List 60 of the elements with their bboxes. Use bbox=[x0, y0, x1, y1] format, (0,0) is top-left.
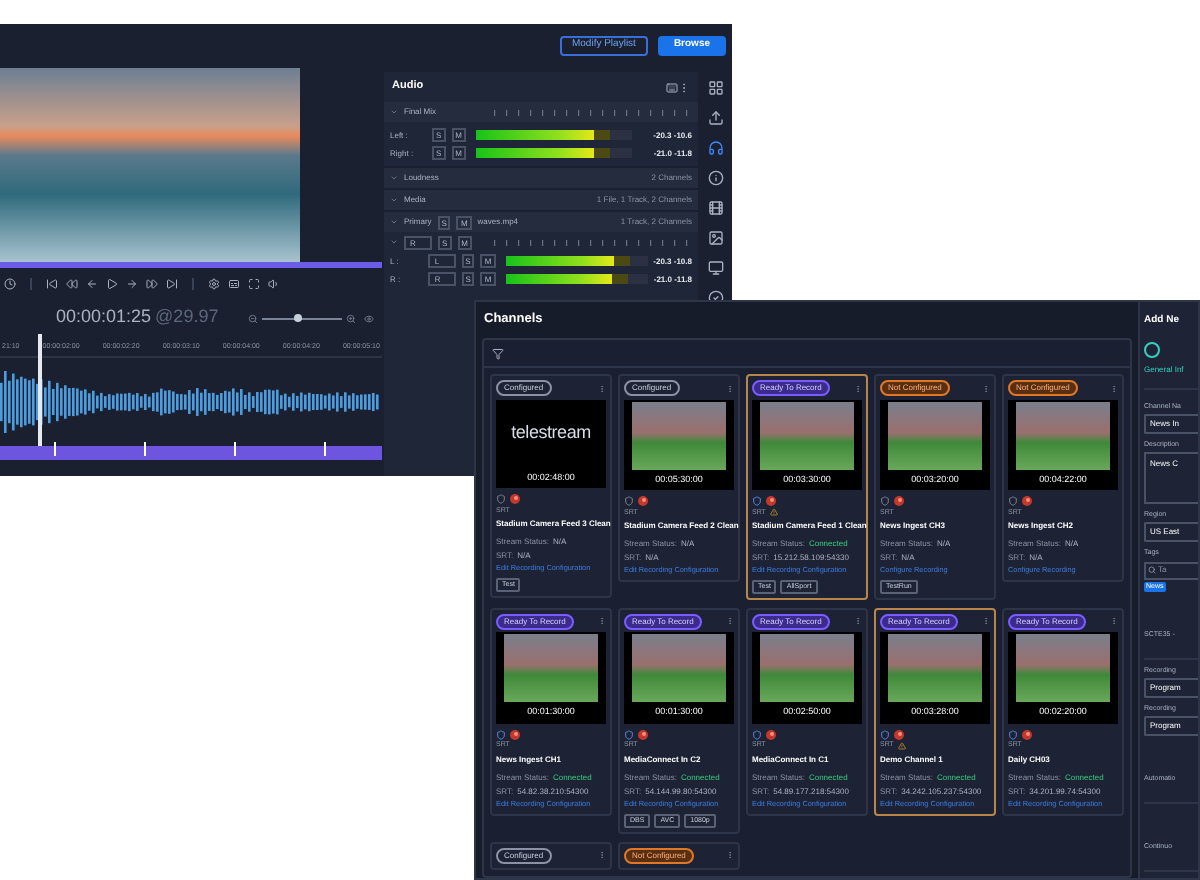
frame-rate: @29.97 bbox=[155, 304, 219, 331]
photo-placeholder bbox=[760, 634, 854, 703]
clock-icon[interactable] bbox=[4, 277, 16, 289]
skip-forward-icon[interactable] bbox=[166, 277, 178, 289]
record-icon[interactable] bbox=[766, 495, 776, 506]
shield-icon[interactable] bbox=[752, 495, 762, 506]
record-icon[interactable] bbox=[766, 729, 776, 739]
warning-icon bbox=[897, 742, 906, 750]
filter-icon[interactable] bbox=[492, 347, 504, 359]
step-back-icon[interactable] bbox=[86, 277, 98, 289]
zoom-out-icon[interactable] bbox=[248, 313, 258, 323]
photo-placeholder bbox=[504, 634, 598, 703]
record-icon[interactable] bbox=[1022, 729, 1032, 739]
zoom-in-icon[interactable] bbox=[346, 313, 356, 323]
warning-icon bbox=[769, 508, 778, 517]
info-icon[interactable] bbox=[707, 170, 723, 186]
fast-forward-icon[interactable] bbox=[146, 277, 158, 289]
monitor-icon[interactable] bbox=[707, 260, 723, 276]
shield-icon[interactable] bbox=[624, 495, 634, 506]
rewind-icon[interactable] bbox=[66, 277, 78, 289]
record-icon[interactable] bbox=[638, 495, 648, 506]
skip-back-icon[interactable] bbox=[46, 277, 58, 289]
upload-icon[interactable] bbox=[707, 110, 723, 126]
record-icon[interactable] bbox=[894, 729, 904, 739]
photo-placeholder bbox=[1016, 401, 1110, 469]
play-icon[interactable] bbox=[106, 277, 118, 289]
shield-icon[interactable] bbox=[752, 729, 762, 739]
captions-icon[interactable] bbox=[228, 277, 240, 289]
photo-placeholder bbox=[888, 401, 982, 469]
shield-icon[interactable] bbox=[1008, 495, 1018, 506]
shield-icon[interactable] bbox=[880, 729, 890, 739]
shield-icon[interactable] bbox=[1008, 729, 1018, 739]
record-icon[interactable] bbox=[510, 493, 520, 504]
image-icon[interactable] bbox=[707, 230, 723, 246]
photo-placeholder bbox=[632, 401, 726, 469]
photo-placeholder bbox=[1016, 634, 1110, 703]
timecode: 00:00:01:25 bbox=[56, 304, 152, 331]
photo-placeholder bbox=[760, 401, 854, 469]
logo-text: telestream bbox=[511, 419, 591, 446]
record-icon[interactable] bbox=[638, 729, 648, 739]
photo-placeholder bbox=[888, 634, 982, 703]
photo-placeholder bbox=[632, 634, 726, 703]
keyboard-icon[interactable] bbox=[666, 81, 678, 93]
grid-icon[interactable] bbox=[707, 80, 723, 96]
eye-icon[interactable] bbox=[364, 313, 374, 323]
shield-icon[interactable] bbox=[624, 729, 634, 739]
record-icon[interactable] bbox=[510, 729, 520, 739]
settings-icon[interactable] bbox=[208, 277, 220, 289]
zoom-thumb[interactable] bbox=[294, 313, 302, 321]
search-icon bbox=[1148, 566, 1156, 574]
shield-icon[interactable] bbox=[880, 495, 890, 506]
headphones-icon[interactable] bbox=[707, 140, 723, 156]
record-icon[interactable] bbox=[1022, 495, 1032, 506]
step-icon bbox=[1144, 341, 1160, 357]
shield-icon[interactable] bbox=[496, 729, 506, 739]
film-icon[interactable] bbox=[707, 200, 723, 216]
record-icon[interactable] bbox=[894, 495, 904, 506]
volume-icon[interactable] bbox=[268, 277, 280, 289]
shield-icon[interactable] bbox=[496, 493, 506, 504]
step-forward-icon[interactable] bbox=[126, 277, 138, 289]
